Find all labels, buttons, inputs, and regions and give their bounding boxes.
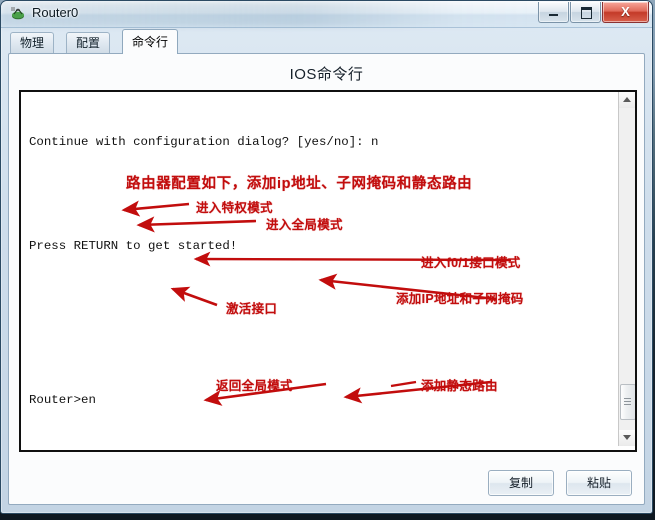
triangle-up-icon xyxy=(623,97,631,102)
tab-strip: 物理 配置 命令行 xyxy=(1,28,652,54)
router-device-icon xyxy=(11,7,24,20)
minimize-button[interactable] xyxy=(538,2,569,23)
maximize-button[interactable] xyxy=(570,2,601,23)
terminal-vertical-scrollbar[interactable] xyxy=(618,92,635,446)
close-icon: X xyxy=(621,4,630,19)
scrollbar-grip-icon xyxy=(624,398,631,399)
annotation-static-route: 添加静态路由 xyxy=(421,379,498,393)
copy-button[interactable]: 复制 xyxy=(488,470,554,496)
annotation-overview: 路由器配置如下，添加ip地址、子网掩码和静态路由 xyxy=(126,176,473,192)
annotation-arrows xyxy=(121,200,512,406)
cli-footer: 复制 粘贴 xyxy=(9,470,644,496)
window-titlebar[interactable]: Router0 X xyxy=(1,1,652,28)
window-controls: X xyxy=(538,2,649,23)
annotation-interface-mode: 进入f0/1接口模式 xyxy=(421,256,521,270)
tab-config[interactable]: 配置 xyxy=(66,32,111,54)
scrollbar-thumb[interactable] xyxy=(620,384,635,420)
window-title: Router0 xyxy=(32,5,79,20)
annotation-ip-and-mask: 添加IP地址和子网掩码 xyxy=(396,292,524,306)
router-configuration-window: Router0 X 物理 配置 命令行 IOS命令行 Continue with… xyxy=(0,0,653,514)
tab-cli[interactable]: 命令行 xyxy=(122,29,179,54)
annotation-back-to-global: 返回全局模式 xyxy=(216,379,293,393)
terminal-container: Continue with configuration dialog? [yes… xyxy=(19,90,637,452)
annotation-privileged-mode: 进入特权模式 xyxy=(196,201,273,215)
close-button[interactable]: X xyxy=(602,2,649,23)
tab-physical[interactable]: 物理 xyxy=(10,32,55,54)
cli-panel: IOS命令行 Continue with configuration dialo… xyxy=(8,53,645,505)
maximize-icon xyxy=(581,7,592,19)
annotation-activate-interface: 激活接口 xyxy=(226,302,278,316)
paste-button[interactable]: 粘贴 xyxy=(566,470,632,496)
annotation-global-mode: 进入全局模式 xyxy=(266,218,343,232)
minimize-icon xyxy=(549,14,558,16)
scroll-down-button[interactable] xyxy=(619,430,635,446)
panel-heading: IOS命令行 xyxy=(289,66,364,83)
scroll-up-button[interactable] xyxy=(619,92,635,108)
triangle-down-icon xyxy=(623,435,631,440)
